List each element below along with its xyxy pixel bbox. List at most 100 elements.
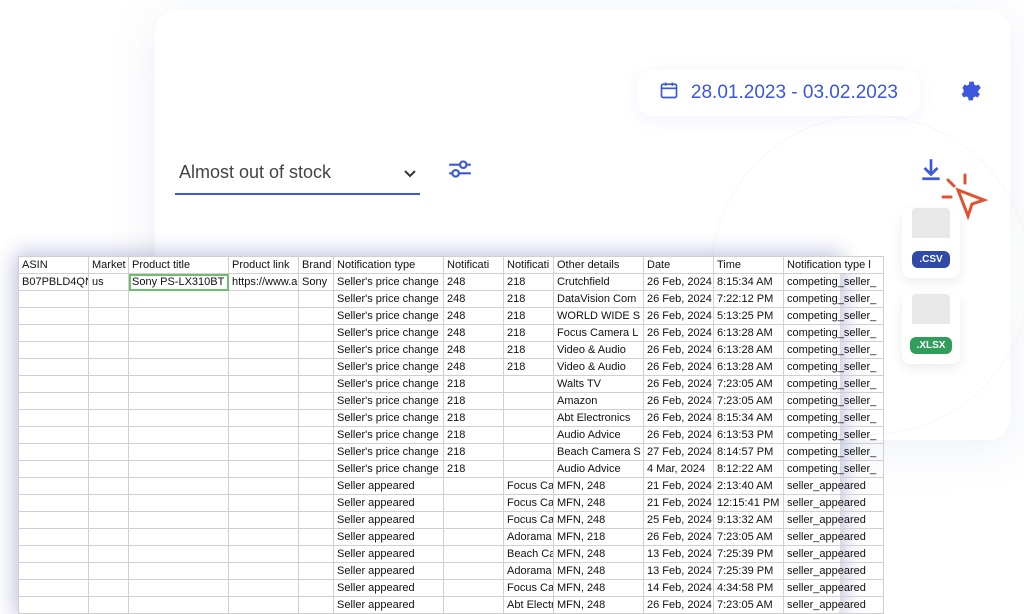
column-header[interactable]: ASIN	[19, 257, 89, 274]
cell[interactable]	[229, 359, 299, 376]
cell[interactable]	[444, 529, 504, 546]
cell[interactable]: Sony	[299, 274, 334, 291]
cell[interactable]	[129, 512, 229, 529]
cell[interactable]: Walts TV	[554, 376, 644, 393]
cell[interactable]: 27 Feb, 2024	[644, 444, 714, 461]
cell[interactable]: 218	[504, 342, 554, 359]
table-row[interactable]: Seller's price change248218DataVision Co…	[19, 291, 884, 308]
cell[interactable]	[299, 410, 334, 427]
cell[interactable]: 26 Feb, 2024	[644, 376, 714, 393]
cell[interactable]: seller_appeared	[784, 512, 884, 529]
cell[interactable]	[19, 529, 89, 546]
cell[interactable]	[89, 512, 129, 529]
cell[interactable]: Seller's price change	[334, 342, 444, 359]
cell[interactable]: 4:34:58 PM	[714, 580, 784, 597]
data-table[interactable]: ASINMarketProduct titleProduct linkBrand…	[18, 256, 884, 614]
cell[interactable]: 218	[444, 376, 504, 393]
cell[interactable]	[19, 597, 89, 614]
cell[interactable]	[299, 393, 334, 410]
table-row[interactable]: Seller's price change218Abt Electronics2…	[19, 410, 884, 427]
cell[interactable]: 26 Feb, 2024	[644, 597, 714, 614]
cell[interactable]	[129, 359, 229, 376]
cell[interactable]: 21 Feb, 2024	[644, 495, 714, 512]
filter-sliders-button[interactable]	[447, 158, 473, 185]
table-row[interactable]: Seller appearedFocus CameMFN, 24814 Feb,…	[19, 580, 884, 597]
cell[interactable]: competing_seller_	[784, 342, 884, 359]
cell[interactable]	[129, 495, 229, 512]
cell[interactable]: 12:15:41 PM	[714, 495, 784, 512]
cell[interactable]: Seller appeared	[334, 478, 444, 495]
cell[interactable]	[444, 597, 504, 614]
cell[interactable]: 248	[444, 274, 504, 291]
cell[interactable]: competing_seller_	[784, 291, 884, 308]
column-header[interactable]: Notificati	[504, 257, 554, 274]
cell[interactable]: competing_seller_	[784, 274, 884, 291]
cell[interactable]	[299, 325, 334, 342]
cell[interactable]	[229, 393, 299, 410]
cell[interactable]	[89, 563, 129, 580]
cell[interactable]: 8:15:34 AM	[714, 274, 784, 291]
cell[interactable]	[229, 342, 299, 359]
cell[interactable]: 26 Feb, 2024	[644, 529, 714, 546]
cell[interactable]: 218	[444, 444, 504, 461]
cell[interactable]: Seller appeared	[334, 495, 444, 512]
cell[interactable]: competing_seller_	[784, 308, 884, 325]
cell[interactable]: 7:23:05 AM	[714, 393, 784, 410]
cell[interactable]: MFN, 248	[554, 546, 644, 563]
cell[interactable]: 6:13:28 AM	[714, 342, 784, 359]
cell[interactable]	[299, 512, 334, 529]
cell[interactable]	[504, 410, 554, 427]
cell[interactable]	[229, 427, 299, 444]
cell[interactable]	[444, 512, 504, 529]
cell[interactable]	[299, 291, 334, 308]
cell[interactable]: 25 Feb, 2024	[644, 512, 714, 529]
cell[interactable]: seller_appeared	[784, 529, 884, 546]
cell[interactable]: MFN, 248	[554, 563, 644, 580]
cell[interactable]: Video & Audio	[554, 359, 644, 376]
cell[interactable]: 6:13:28 AM	[714, 325, 784, 342]
cell[interactable]: Audio Advice	[554, 461, 644, 478]
table-row[interactable]: Seller appearedFocus CameMFN, 24821 Feb,…	[19, 495, 884, 512]
cell[interactable]: competing_seller_	[784, 376, 884, 393]
cell[interactable]	[129, 444, 229, 461]
cell[interactable]: 13 Feb, 2024	[644, 563, 714, 580]
cell[interactable]: 248	[444, 308, 504, 325]
cell[interactable]	[129, 291, 229, 308]
cell[interactable]: Adorama	[504, 563, 554, 580]
cell[interactable]	[19, 512, 89, 529]
cell[interactable]: Seller's price change	[334, 291, 444, 308]
cell[interactable]: Seller's price change	[334, 359, 444, 376]
cell[interactable]	[89, 529, 129, 546]
cell[interactable]	[89, 291, 129, 308]
table-row[interactable]: Seller's price change218Walts TV26 Feb, …	[19, 376, 884, 393]
cell[interactable]	[229, 444, 299, 461]
cell[interactable]: 248	[444, 291, 504, 308]
cell[interactable]	[504, 376, 554, 393]
cell[interactable]	[299, 478, 334, 495]
cell[interactable]	[504, 427, 554, 444]
table-row[interactable]: Seller's price change218Beach Camera S27…	[19, 444, 884, 461]
cell[interactable]: Seller's price change	[334, 274, 444, 291]
cell[interactable]: 26 Feb, 2024	[644, 325, 714, 342]
cell[interactable]: competing_seller_	[784, 410, 884, 427]
cell[interactable]	[19, 461, 89, 478]
cell[interactable]	[299, 580, 334, 597]
cell[interactable]: 26 Feb, 2024	[644, 427, 714, 444]
cell[interactable]: 248	[444, 342, 504, 359]
cell[interactable]	[229, 325, 299, 342]
cell[interactable]: 4 Mar, 2024	[644, 461, 714, 478]
cell[interactable]	[129, 461, 229, 478]
cell[interactable]: Crutchfield	[554, 274, 644, 291]
cell[interactable]: 8:15:34 AM	[714, 410, 784, 427]
cell[interactable]: 9:13:32 AM	[714, 512, 784, 529]
cell[interactable]	[19, 427, 89, 444]
column-header[interactable]: Product title	[129, 257, 229, 274]
table-row[interactable]: Seller appearedAbt ElectronMFN, 24826 Fe…	[19, 597, 884, 614]
table-row[interactable]: Seller's price change248218Video & Audio…	[19, 359, 884, 376]
cell[interactable]	[229, 478, 299, 495]
table-row[interactable]: Seller's price change248218Video & Audio…	[19, 342, 884, 359]
cell[interactable]	[299, 563, 334, 580]
cell[interactable]: Focus Came	[504, 495, 554, 512]
cell[interactable]: seller_appeared	[784, 597, 884, 614]
column-header[interactable]: Market	[89, 257, 129, 274]
